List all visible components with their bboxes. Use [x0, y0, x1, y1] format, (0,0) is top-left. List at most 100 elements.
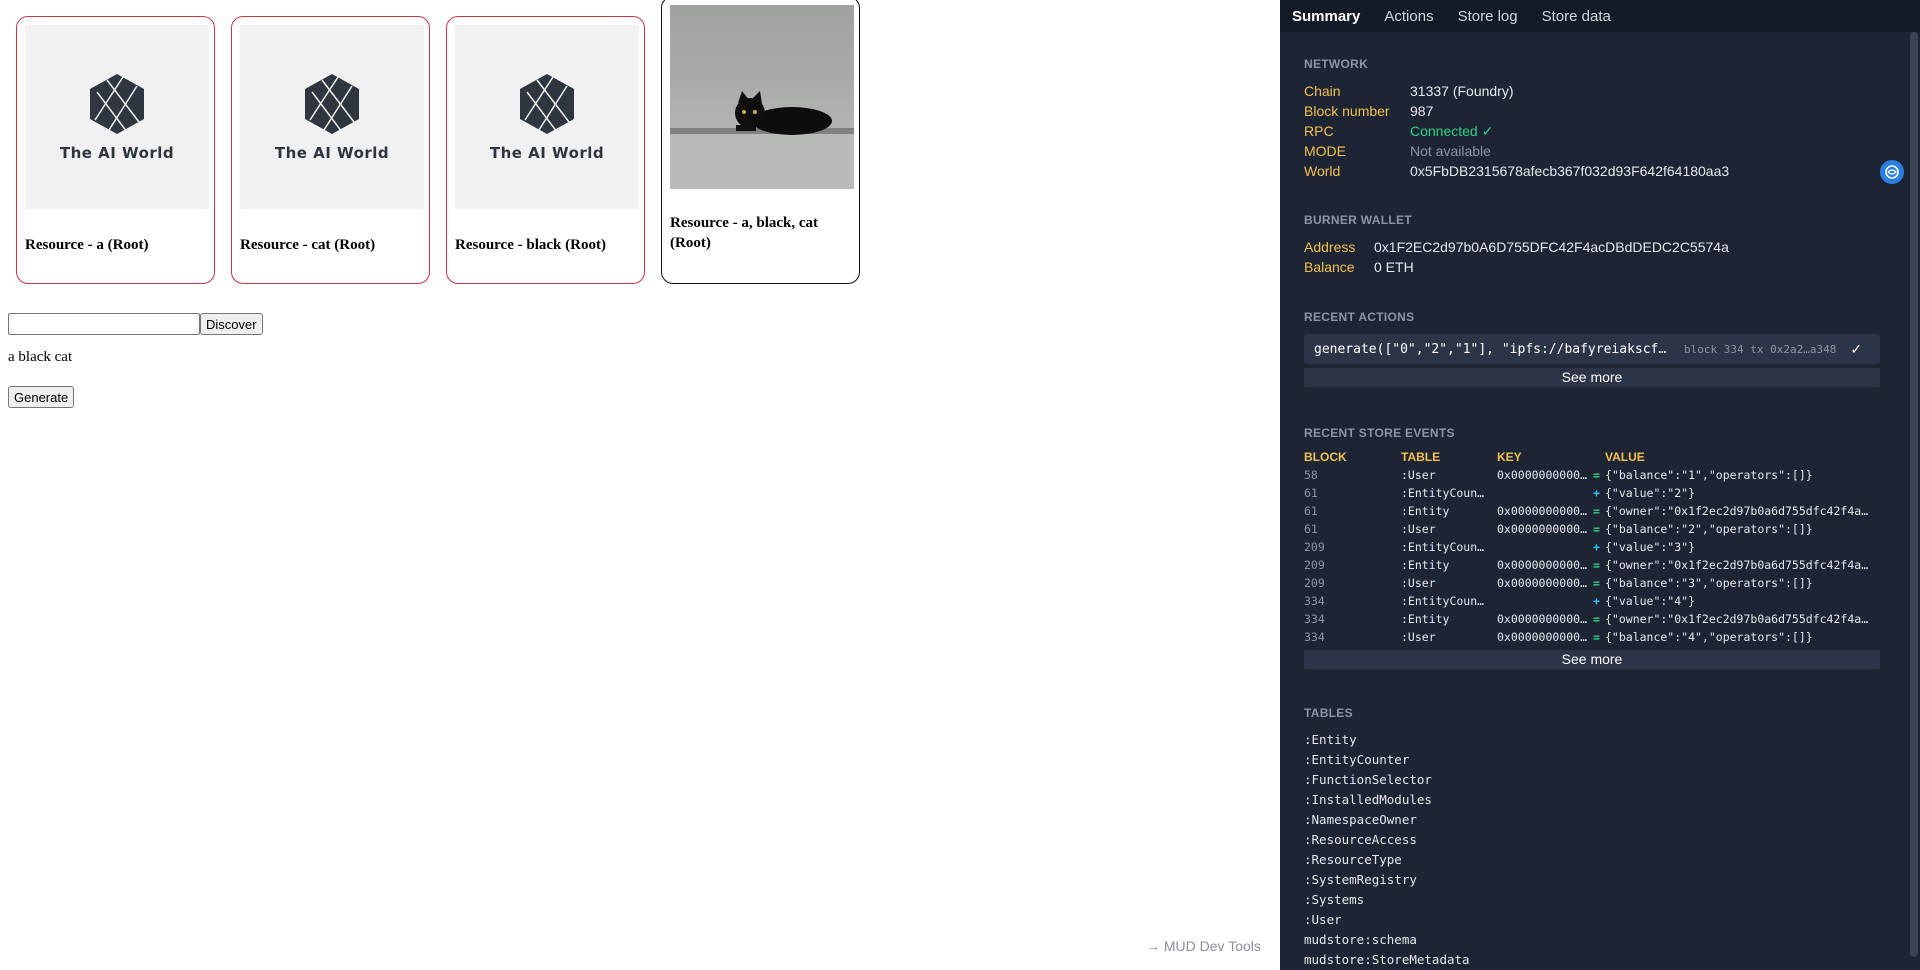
discover-button[interactable]: Discover [200, 313, 263, 335]
event-table: :EntityCoun… [1401, 486, 1485, 500]
event-op: = [1593, 558, 1600, 572]
wallet-address: 0x1F2EC2d97b0A6D755DFC42F4acDBdDEDC2C557… [1374, 239, 1729, 255]
address-key: Address [1304, 239, 1356, 255]
ai-world-logo-icon [305, 74, 359, 134]
table-item[interactable]: :EntityCounter [1304, 750, 1880, 770]
event-block: 209 [1304, 576, 1325, 590]
event-op: + [1593, 540, 1600, 554]
recent-actions-title: RECENT ACTIONS [1304, 310, 1415, 324]
tab-store-log[interactable]: Store log [1458, 8, 1518, 25]
events-list: 58:User 0x000000000000 = {"balance":"1","op… [1304, 466, 1880, 646]
tab-actions[interactable]: Actions [1384, 8, 1433, 25]
event-table: :Entity [1401, 558, 1450, 572]
chain-value: 31337 (Foundry) [1410, 83, 1514, 99]
world-badge-icon[interactable] [1880, 160, 1904, 184]
event-value: {"value":"3"} [1605, 540, 1696, 554]
header-key: KEY [1497, 450, 1522, 464]
event-key: 0x000000000000 [1497, 504, 1593, 518]
card-label: Resource - a (Root) [25, 237, 149, 253]
devtools-tabs: Summary Actions Store log Store data [1280, 0, 1920, 32]
table-item[interactable]: :SystemRegistry [1304, 870, 1880, 890]
header-table: TABLE [1401, 450, 1441, 464]
event-value: {"balance":"2","operators":[]} [1605, 522, 1813, 536]
tab-store-data[interactable]: Store data [1542, 8, 1611, 25]
see-more-actions-button[interactable]: See more [1304, 368, 1880, 387]
event-op: = [1593, 468, 1600, 482]
world-key: World [1304, 163, 1341, 179]
store-event-row: 334:User 0x000000000000 = {"balance":"4","o… [1304, 628, 1880, 646]
table-item[interactable]: :ResourceAccess [1304, 830, 1880, 850]
event-value: {"value":"4"} [1605, 594, 1696, 608]
card-label: Resource - a, black, cat (Root) [670, 215, 819, 251]
event-block: 209 [1304, 558, 1325, 572]
burner-wallet-section: BURNER WALLET Address 0x1F2EC2d97b0A6D755… [1304, 213, 1880, 277]
table-item[interactable]: :Entity [1304, 730, 1880, 750]
resource-card[interactable]: The AI World Resource - cat (Root) [231, 16, 430, 284]
ai-world-thumbnail: The AI World [25, 25, 209, 209]
mud-dev-tools-panel: Summary Actions Store log Store data NET… [1280, 0, 1920, 970]
network-section: NETWORK Chain 31337 (Foundry) Block numbe… [1304, 57, 1880, 181]
network-title: NETWORK [1304, 57, 1369, 71]
event-op: + [1593, 594, 1600, 608]
event-block: 334 [1304, 612, 1325, 626]
header-value: VALUE [1605, 450, 1645, 464]
event-key [1497, 538, 1593, 556]
table-item[interactable]: :InstalledModules [1304, 790, 1880, 810]
discover-input[interactable] [8, 313, 200, 335]
check-icon: ✓ [1850, 340, 1863, 357]
event-value: {"balance":"1","operators":[]} [1605, 468, 1813, 482]
wallet-balance: 0 ETH [1374, 259, 1414, 275]
mud-dev-tools-link[interactable]: → MUD Dev Tools [1146, 938, 1261, 954]
balance-key: Balance [1304, 259, 1355, 275]
table-item[interactable]: :Systems [1304, 890, 1880, 910]
event-value: {"owner":"0x1f2ec2d97b0a6d755dfc42f4acdb… [1605, 558, 1875, 572]
tables-section: TABLES :Entity:EntityCounter:FunctionSel… [1304, 706, 1880, 970]
table-item[interactable]: mudstore:schema [1304, 930, 1880, 950]
header-block: BLOCK [1304, 450, 1347, 464]
block-number-key: Block number [1304, 103, 1390, 119]
event-value: {"balance":"3","operators":[]} [1605, 576, 1813, 590]
event-table: :EntityCoun… [1401, 540, 1485, 554]
event-key: 0x000000000000 [1497, 576, 1593, 590]
ai-world-logo-icon [90, 74, 144, 134]
table-item[interactable]: :ResourceType [1304, 850, 1880, 870]
see-more-events-button[interactable]: See more [1304, 650, 1880, 669]
event-key: 0x000000000000 [1497, 468, 1593, 482]
table-item[interactable]: :NamespaceOwner [1304, 810, 1880, 830]
rpc-status: Connected ✓ [1410, 123, 1494, 139]
generate-button[interactable]: Generate [8, 386, 75, 408]
event-block: 334 [1304, 630, 1325, 644]
discover-row: Discover [8, 313, 263, 335]
tables-title: TABLES [1304, 706, 1353, 720]
event-value: {"owner":"0x1f2ec2d97b0a6d755dfc42f4acdb… [1605, 612, 1875, 626]
event-key: 0x000000000000 [1497, 522, 1593, 536]
tables-list: :Entity:EntityCounter:FunctionSelector:I… [1304, 730, 1880, 970]
event-block: 58 [1304, 468, 1318, 482]
event-block: 334 [1304, 594, 1325, 608]
scrollbar[interactable] [1910, 32, 1918, 957]
resource-card[interactable]: The AI World Resource - black (Root) [446, 16, 645, 284]
ai-world-thumbnail: The AI World [240, 25, 424, 209]
event-block: 61 [1304, 486, 1318, 500]
thumbnail-title: The AI World [59, 144, 175, 162]
resource-card[interactable]: The AI World Resource - a (Root) [16, 16, 215, 284]
table-item[interactable]: :FunctionSelector [1304, 770, 1880, 790]
event-table: :User [1401, 468, 1436, 482]
black-cat-image [670, 5, 854, 189]
store-event-row: 334:EntityCoun… + {"value":"4"} [1304, 592, 1880, 610]
table-item[interactable]: :User [1304, 910, 1880, 930]
resource-card-selected[interactable]: Resource - a, black, cat (Root) [661, 0, 860, 284]
action-call: generate(["0","2","1"], "ipfs://bafyreia… [1314, 341, 1674, 357]
table-item[interactable]: mudstore:StoreMetadata [1304, 950, 1880, 970]
prompt-text: a black cat [8, 349, 73, 365]
store-event-row: 61:Entity 0x000000000000 = {"owner":"0x1f2e… [1304, 502, 1880, 520]
event-table: :Entity [1401, 504, 1450, 518]
action-row[interactable]: generate(["0","2","1"], "ipfs://bafyreia… [1304, 334, 1880, 364]
tab-summary[interactable]: Summary [1292, 8, 1360, 25]
events-header: BLOCK TABLE KEY VALUE [1304, 450, 1880, 464]
event-key [1497, 484, 1593, 502]
store-event-row: 58 :User 0x000000000000 = {"balance":"1","op… [1304, 466, 1880, 484]
ai-world-logo-icon [520, 74, 574, 134]
event-op: = [1593, 504, 1600, 518]
world-address: 0x5FbDB2315678afecb367f032d93F642f64180a… [1410, 163, 1730, 179]
